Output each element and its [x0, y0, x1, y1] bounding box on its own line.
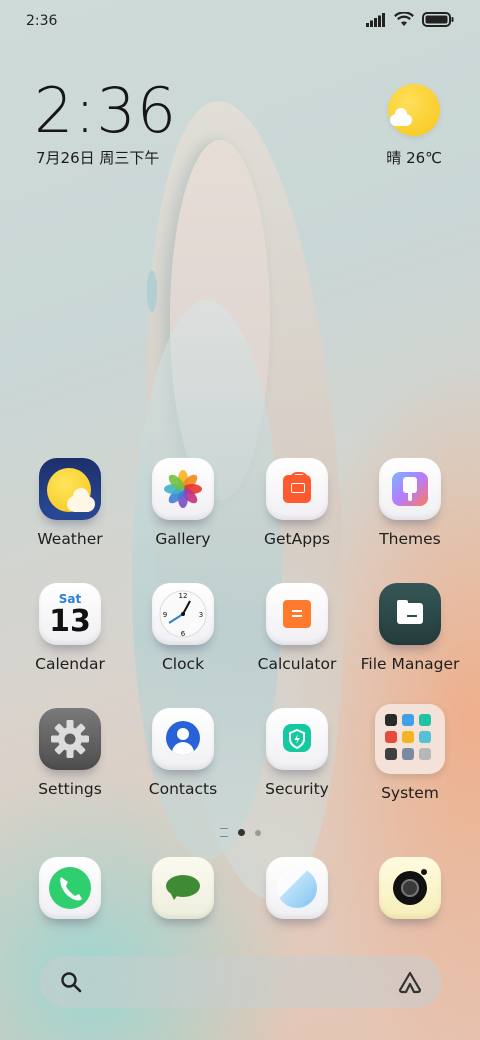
app-settings[interactable]: Settings — [20, 708, 120, 798]
clock-icon: 12 3 6 9 — [152, 583, 214, 645]
app-getapps[interactable]: GetApps — [247, 458, 347, 548]
app-calendar[interactable]: Sat 13 Calendar — [20, 583, 120, 673]
app-label: Weather — [37, 530, 103, 548]
app-label: File Manager — [360, 655, 460, 673]
app-label: GetApps — [264, 530, 330, 548]
wallpaper-shape — [147, 270, 157, 312]
page-dot-active — [237, 829, 245, 836]
page-indicator[interactable] — [0, 828, 480, 837]
status-bar: 2:36 — [0, 0, 480, 42]
app-weather[interactable]: Weather — [20, 458, 120, 548]
app-themes[interactable]: Themes — [360, 458, 460, 548]
assistant-icon[interactable] — [396, 970, 424, 998]
sunny-icon — [388, 84, 440, 136]
app-label: Contacts — [148, 780, 218, 798]
messages-icon — [152, 857, 214, 919]
clock-widget-date: 7月26日 周三下午 — [36, 149, 160, 167]
app-label: Calculator — [257, 655, 337, 673]
app-label: Gallery — [155, 530, 211, 548]
app-label: Calendar — [35, 655, 105, 673]
battery-icon — [422, 12, 454, 31]
app-label: Settings — [38, 780, 102, 798]
weather-app-icon — [39, 458, 101, 520]
app-folder-icon — [375, 704, 445, 774]
folder-icon — [379, 583, 441, 645]
gallery-icon — [152, 458, 214, 520]
search-icon — [60, 971, 82, 997]
dock-browser[interactable] — [247, 857, 347, 919]
camera-icon — [379, 857, 441, 919]
shield-icon — [266, 708, 328, 770]
dock-phone[interactable] — [20, 857, 120, 919]
getapps-icon — [266, 458, 328, 520]
app-label: Themes — [379, 530, 441, 548]
weather-widget-temp: 晴 26℃ — [386, 149, 442, 167]
app-label: Clock — [161, 655, 205, 673]
gear-icon — [39, 708, 101, 770]
app-security[interactable]: Security — [247, 708, 347, 798]
signal-icon — [366, 12, 386, 31]
weather-widget[interactable] — [388, 84, 444, 136]
dock-messages[interactable] — [133, 857, 233, 919]
app-calculator[interactable]: Calculator — [247, 583, 347, 673]
app-gallery[interactable]: Gallery — [133, 458, 233, 548]
themes-icon — [379, 458, 441, 520]
page-list-icon — [219, 828, 228, 837]
page-dot — [254, 829, 261, 836]
svg-text:3: 3 — [199, 611, 203, 619]
app-label: System — [381, 784, 439, 802]
contacts-icon — [152, 708, 214, 770]
phone-icon — [39, 857, 101, 919]
calendar-icon: Sat 13 — [39, 583, 101, 645]
app-file-manager[interactable]: File Manager — [360, 583, 460, 673]
svg-text:9: 9 — [163, 611, 167, 619]
svg-text:6: 6 — [181, 630, 186, 638]
calculator-icon — [266, 583, 328, 645]
app-contacts[interactable]: Contacts — [133, 708, 233, 798]
browser-icon — [266, 857, 328, 919]
search-bar[interactable] — [40, 956, 442, 1008]
calendar-date: 13 — [49, 604, 91, 639]
status-time: 2:36 — [26, 13, 58, 29]
folder-system[interactable]: System — [360, 704, 460, 802]
app-label: Security — [265, 780, 329, 798]
app-clock[interactable]: 12 3 6 9 Clock — [133, 583, 233, 673]
svg-text:12: 12 — [179, 592, 188, 600]
wifi-icon — [394, 11, 414, 31]
dock-camera[interactable] — [360, 857, 460, 919]
clock-widget-time[interactable]: 2:36 — [34, 80, 177, 142]
